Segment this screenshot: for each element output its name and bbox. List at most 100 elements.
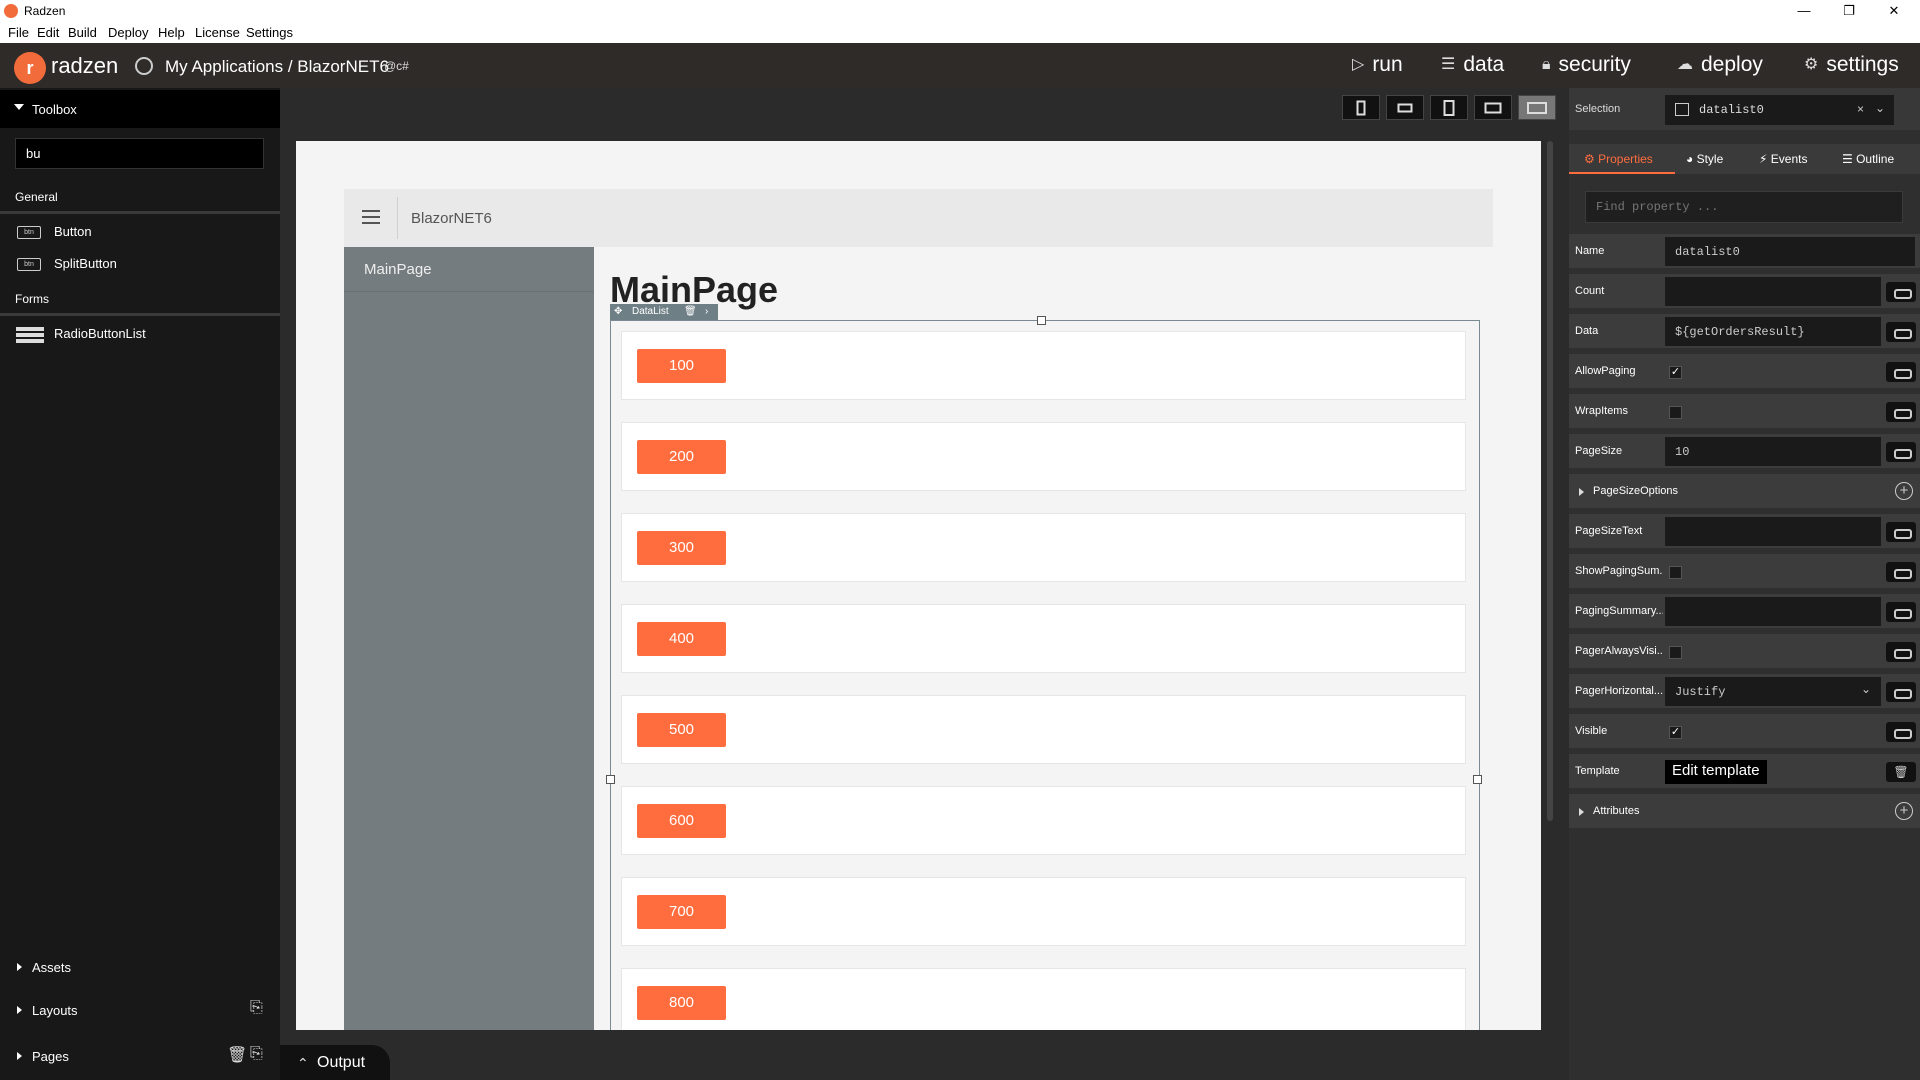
- app-body[interactable]: MainPage ✥ DataList 🗑︎ › 100 200 300 400…: [594, 247, 1493, 1030]
- datalist-row[interactable]: 600: [621, 786, 1466, 855]
- prop-row-attributes[interactable]: Attributes +: [1569, 794, 1920, 831]
- canvas-scrollbar[interactable]: [1547, 141, 1553, 821]
- device-tablet-landscape-button[interactable]: [1474, 95, 1512, 120]
- bind-icon[interactable]: [1886, 402, 1916, 422]
- bind-icon[interactable]: [1886, 522, 1916, 542]
- pagerhorizontal-select[interactable]: Justify: [1665, 677, 1881, 706]
- count-input[interactable]: [1665, 277, 1881, 306]
- chevron-right-icon[interactable]: ›: [705, 306, 708, 317]
- breadcrumb[interactable]: My Applications / BlazorNET6: [165, 57, 389, 77]
- edit-template-button[interactable]: Edit template: [1665, 760, 1767, 784]
- row-button[interactable]: 100: [637, 349, 726, 383]
- menu-settings[interactable]: Settings: [246, 25, 293, 40]
- toolbox-header[interactable]: Toolbox: [0, 90, 280, 128]
- add-page-icon[interactable]: ⎘: [250, 1045, 263, 1063]
- accordion-pages[interactable]: Pages 🗑︎ ⎘: [0, 1041, 280, 1071]
- nav-deploy[interactable]: ☁ deploy: [1677, 53, 1763, 77]
- device-phone-portrait-button[interactable]: [1342, 95, 1380, 120]
- toolbox-search-input[interactable]: [15, 138, 264, 169]
- datalist-row[interactable]: 300: [621, 513, 1466, 582]
- tab-properties[interactable]: ⚙ Properties: [1584, 152, 1653, 166]
- row-button[interactable]: 500: [637, 713, 726, 747]
- move-icon[interactable]: ✥: [614, 306, 622, 317]
- trash-icon[interactable]: 🗑︎: [1886, 762, 1916, 782]
- bind-icon[interactable]: [1886, 602, 1916, 622]
- delete-page-icon[interactable]: 🗑︎: [227, 1045, 247, 1065]
- toolbox-item-splitbutton[interactable]: btn SplitButton: [15, 250, 275, 278]
- add-icon[interactable]: +: [1895, 482, 1913, 500]
- menu-file[interactable]: File: [8, 25, 29, 40]
- bind-icon[interactable]: [1886, 282, 1916, 302]
- datalist-row[interactable]: 800: [621, 968, 1466, 1030]
- row-button[interactable]: 600: [637, 804, 726, 838]
- minimize-icon[interactable]: —: [1789, 2, 1819, 20]
- bind-icon[interactable]: [1886, 442, 1916, 462]
- output-toggle[interactable]: ⌃ Output: [280, 1045, 390, 1080]
- radzen-logo[interactable]: r: [14, 52, 46, 84]
- resize-handle[interactable]: [1473, 775, 1482, 784]
- accordion-assets[interactable]: Assets: [0, 952, 280, 982]
- resize-handle[interactable]: [1037, 316, 1046, 325]
- tab-style[interactable]: ◕ Style: [1686, 152, 1723, 166]
- datalist-selection[interactable]: 100 200 300 400 500 600 700 800: [606, 316, 1482, 1030]
- datalist-row[interactable]: 400: [621, 604, 1466, 673]
- device-phone-landscape-button[interactable]: [1386, 95, 1424, 120]
- pagesize-input[interactable]: 10: [1665, 437, 1881, 466]
- device-tablet-portrait-button[interactable]: [1430, 95, 1468, 120]
- pagesizetext-input[interactable]: [1665, 517, 1881, 546]
- prop-row-pagesizeoptions[interactable]: PageSizeOptions +: [1569, 474, 1920, 511]
- row-button[interactable]: 300: [637, 531, 726, 565]
- menu-help[interactable]: Help: [158, 25, 185, 40]
- selection-dropdown[interactable]: datalist0 × ⌄: [1665, 95, 1894, 125]
- tab-events[interactable]: ⚡ Events: [1759, 152, 1807, 166]
- toolbox-item-button[interactable]: btn Button: [15, 218, 275, 246]
- visible-checkbox[interactable]: ✓: [1669, 726, 1682, 739]
- nav-settings[interactable]: ⚙ settings: [1804, 53, 1899, 77]
- bind-icon[interactable]: [1886, 642, 1916, 662]
- close-icon[interactable]: ✕: [1879, 2, 1909, 20]
- nav-run[interactable]: ▷ run: [1352, 53, 1403, 77]
- datalist-row[interactable]: 100: [621, 331, 1466, 400]
- toolbox-item-radiobuttonlist[interactable]: RadioButtonList: [15, 320, 275, 348]
- add-icon[interactable]: +: [1895, 802, 1913, 820]
- data-input[interactable]: ${getOrdersResult}: [1665, 317, 1881, 346]
- sidebar-item-mainpage[interactable]: MainPage: [344, 247, 594, 292]
- allowpaging-checkbox[interactable]: ✓: [1669, 366, 1682, 379]
- tab-outline[interactable]: ☰ Outline: [1842, 152, 1894, 166]
- resize-handle[interactable]: [606, 775, 615, 784]
- menu-deploy[interactable]: Deploy: [108, 25, 148, 40]
- clear-icon[interactable]: ×: [1857, 102, 1864, 116]
- device-desktop-button[interactable]: [1518, 95, 1556, 120]
- chevron-down-icon[interactable]: ⌄: [1875, 101, 1885, 115]
- pagingsummary-input[interactable]: [1665, 597, 1881, 626]
- bind-icon[interactable]: [1886, 322, 1916, 342]
- nav-security[interactable]: 🔒︎ security: [1542, 53, 1631, 77]
- bind-icon[interactable]: [1886, 682, 1916, 702]
- bind-icon[interactable]: [1886, 722, 1916, 742]
- bind-icon[interactable]: [1886, 562, 1916, 582]
- datalist-row[interactable]: 200: [621, 422, 1466, 491]
- delete-icon[interactable]: 🗑︎: [684, 306, 697, 317]
- row-button[interactable]: 200: [637, 440, 726, 474]
- radzen-logo-text[interactable]: radzen: [51, 53, 118, 79]
- wrapitems-checkbox[interactable]: [1669, 406, 1682, 419]
- add-layout-icon[interactable]: ⎘: [250, 999, 263, 1017]
- pageralwaysvisible-checkbox[interactable]: [1669, 646, 1682, 659]
- find-property-input[interactable]: [1585, 191, 1903, 223]
- showpagingsummary-checkbox[interactable]: [1669, 566, 1682, 579]
- maximize-icon[interactable]: ❐: [1834, 2, 1864, 20]
- row-button[interactable]: 800: [637, 986, 726, 1020]
- menu-edit[interactable]: Edit: [37, 25, 59, 40]
- bind-icon[interactable]: [1886, 362, 1916, 382]
- datalist-row[interactable]: 500: [621, 695, 1466, 764]
- app-header[interactable]: BlazorNET6: [344, 189, 1493, 247]
- datalist-row[interactable]: 700: [621, 877, 1466, 946]
- row-button[interactable]: 400: [637, 622, 726, 656]
- menu-license[interactable]: License: [195, 25, 240, 40]
- nav-data[interactable]: ☰ data: [1441, 53, 1504, 77]
- accordion-layouts[interactable]: Layouts ⎘: [0, 995, 280, 1025]
- hamburger-menu-icon[interactable]: [362, 210, 380, 224]
- datalist-component-tag[interactable]: ✥ DataList 🗑︎ ›: [610, 304, 718, 321]
- app-sidebar[interactable]: MainPage: [344, 247, 594, 1030]
- chevron-down-icon[interactable]: ⌄: [1861, 682, 1871, 696]
